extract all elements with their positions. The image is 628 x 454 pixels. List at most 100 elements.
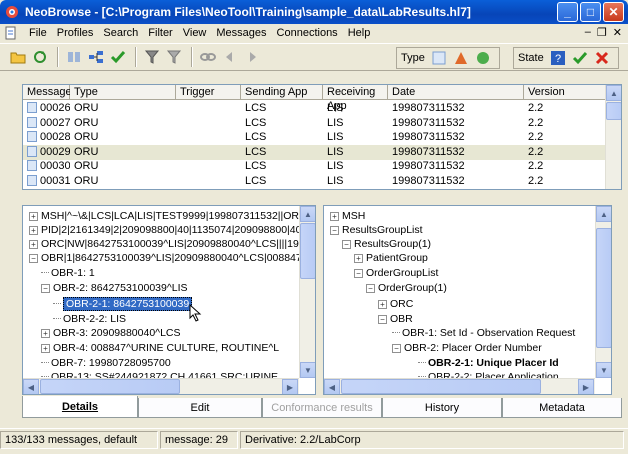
scroll-down-button[interactable]: ▼ [596, 362, 611, 378]
scroll-left-button[interactable]: ◀ [324, 379, 340, 394]
tree-node[interactable]: + ORC [378, 298, 413, 310]
tree-node[interactable]: + OBR-3: 20909880040^LCS [41, 327, 181, 339]
expand-icon[interactable]: + [378, 300, 387, 309]
tab-metadata[interactable]: Metadata [502, 398, 622, 418]
type-all-button[interactable] [429, 48, 449, 68]
table-row[interactable]: 00027 ORU LCS LIS 199807311532 2.2 [23, 116, 607, 131]
tree-node[interactable]: + MSH [330, 210, 365, 222]
menu-file[interactable]: File [24, 27, 52, 39]
table-row[interactable]: 00028 ORU LCS LIS 199807311532 2.2 [23, 130, 607, 145]
scroll-down-button[interactable]: ▼ [300, 362, 315, 378]
expand-icon[interactable]: + [354, 254, 363, 263]
type-ok-button[interactable] [473, 48, 493, 68]
scroll-left-button[interactable]: ◀ [23, 379, 39, 394]
table-row[interactable]: 00029 ORU LCS LIS 199807311532 2.2 [23, 144, 607, 160]
tree-node[interactable]: + PatientGroup [354, 252, 428, 264]
tree-node[interactable]: − OBR|1|8642753100039^LIS|20909880040^LCS… [29, 252, 313, 264]
collapse-icon[interactable]: − [29, 254, 38, 263]
tree-node[interactable]: OBR-7: 19980728095700 [41, 357, 171, 369]
mdi-restore-button[interactable]: ❐ [597, 26, 607, 39]
tree-node[interactable]: − OBR [378, 313, 413, 325]
expand-icon[interactable]: + [41, 344, 50, 353]
scroll-thumb[interactable] [606, 102, 621, 120]
column-header-message[interactable]: Message [23, 85, 72, 100]
column-header-type[interactable]: Type [70, 85, 176, 100]
tree-node[interactable]: OBR-1: Set Id - Observation Request [392, 327, 575, 339]
collapse-icon[interactable]: − [354, 269, 363, 278]
scroll-thumb[interactable] [596, 228, 611, 348]
tab-details[interactable]: Details [22, 396, 138, 418]
collapse-icon[interactable]: − [366, 284, 375, 293]
column-header-sending-app[interactable]: Sending App [241, 85, 323, 100]
tree-node[interactable]: + MSH|^~\&|LCS|LCA|LIS|TEST9999|199807311… [29, 210, 315, 222]
mdi-minimize-button[interactable]: – [585, 26, 591, 39]
table-row[interactable]: 00030 ORU LCS LIS 199807311532 2.2 [23, 159, 607, 174]
tab-edit[interactable]: Edit [138, 398, 262, 418]
refresh-button[interactable] [30, 47, 50, 67]
column-header-receiving-app[interactable]: Receiving App [323, 85, 388, 112]
tree-node[interactable]: OBR-2-2: LIS [53, 313, 126, 325]
column-header-version[interactable]: Version [524, 85, 607, 100]
expand-icon[interactable]: + [330, 212, 339, 221]
menu-profiles[interactable]: Profiles [52, 27, 99, 39]
menu-search[interactable]: Search [98, 27, 143, 39]
state-unknown-button[interactable]: ? [548, 48, 568, 68]
scroll-thumb[interactable] [300, 223, 315, 279]
maximize-button[interactable]: □ [580, 2, 601, 22]
scroll-up-button[interactable]: ▲ [300, 206, 315, 222]
structure-tree-vscroll[interactable]: ▲ ▼ [595, 206, 611, 378]
expand-icon[interactable]: + [41, 329, 50, 338]
structure-tree-hscroll[interactable]: ◀ ▶ [324, 378, 595, 394]
menu-messages[interactable]: Messages [211, 27, 271, 39]
message-list-scrollbar[interactable]: ▲ [605, 85, 621, 189]
tree-node[interactable]: − OBR-2: 8642753100039^LIS [41, 282, 188, 294]
tree-node[interactable]: OBR-2-1: 8642753100039 [53, 297, 193, 311]
tree-node[interactable]: − ResultsGroupList [330, 224, 423, 236]
tree-node[interactable]: + ORC|NW|8642753100039^LIS|20909880040^LC… [29, 238, 310, 250]
expand-icon[interactable]: + [29, 212, 38, 221]
tree-node[interactable]: OBR-2-1: Unique Placer Id [418, 357, 559, 369]
tree-node[interactable]: + PID|2|2161349|2|209098800|40|1135074|20… [29, 224, 301, 236]
connect-button[interactable] [64, 47, 84, 67]
tree-button[interactable] [86, 47, 106, 67]
table-row[interactable]: 00026 ORU LCS LIS 199807311532 2.2 [23, 101, 607, 116]
collapse-icon[interactable]: − [41, 284, 50, 293]
table-row[interactable]: 00031 ORU LCS LIS 199807311532 2.2 [23, 174, 607, 189]
type-error-button[interactable] [451, 48, 471, 68]
tree-node[interactable]: − OrderGroup(1) [366, 282, 447, 294]
tree-node[interactable]: + OBR-4: 008847^URINE CULTURE, ROUTINE^L [41, 342, 279, 354]
collapse-icon[interactable]: − [330, 226, 339, 235]
column-header-date[interactable]: Date [388, 85, 524, 100]
tree-node[interactable]: OBR-1: 1 [41, 267, 95, 279]
link-forward-button[interactable] [242, 47, 262, 67]
close-button[interactable]: ✕ [603, 2, 624, 22]
raw-tree-vscroll[interactable]: ▲ ▼ [299, 206, 315, 378]
open-folder-button[interactable] [8, 47, 28, 67]
clear-filter-button[interactable] [164, 47, 184, 67]
expand-icon[interactable]: + [29, 240, 38, 249]
collapse-icon[interactable]: − [392, 344, 401, 353]
collapse-icon[interactable]: − [342, 240, 351, 249]
link-button[interactable] [198, 47, 218, 67]
expand-icon[interactable]: + [29, 226, 38, 235]
column-header-trigger[interactable]: Trigger [176, 85, 241, 100]
document-icon[interactable] [4, 26, 18, 40]
tree-node[interactable]: − ResultsGroup(1) [342, 238, 431, 250]
scroll-up-button[interactable]: ▲ [596, 206, 611, 222]
scroll-right-button[interactable]: ▶ [578, 379, 594, 394]
state-valid-button[interactable] [570, 48, 590, 68]
scroll-thumb[interactable] [341, 379, 541, 394]
menu-help[interactable]: Help [343, 27, 376, 39]
tree-node[interactable]: − OBR-2: Placer Order Number [392, 342, 542, 354]
scroll-right-button[interactable]: ▶ [282, 379, 298, 394]
state-invalid-button[interactable] [592, 48, 612, 68]
collapse-icon[interactable]: − [378, 315, 387, 324]
menu-view[interactable]: View [178, 27, 212, 39]
raw-tree-hscroll[interactable]: ◀ ▶ [23, 378, 299, 394]
menu-connections[interactable]: Connections [272, 27, 343, 39]
link-back-button[interactable] [220, 47, 240, 67]
tree-node[interactable]: − OrderGroupList [354, 267, 438, 279]
menu-filter[interactable]: Filter [143, 27, 177, 39]
tab-history[interactable]: History [382, 398, 502, 418]
scroll-up-button[interactable]: ▲ [606, 85, 621, 101]
